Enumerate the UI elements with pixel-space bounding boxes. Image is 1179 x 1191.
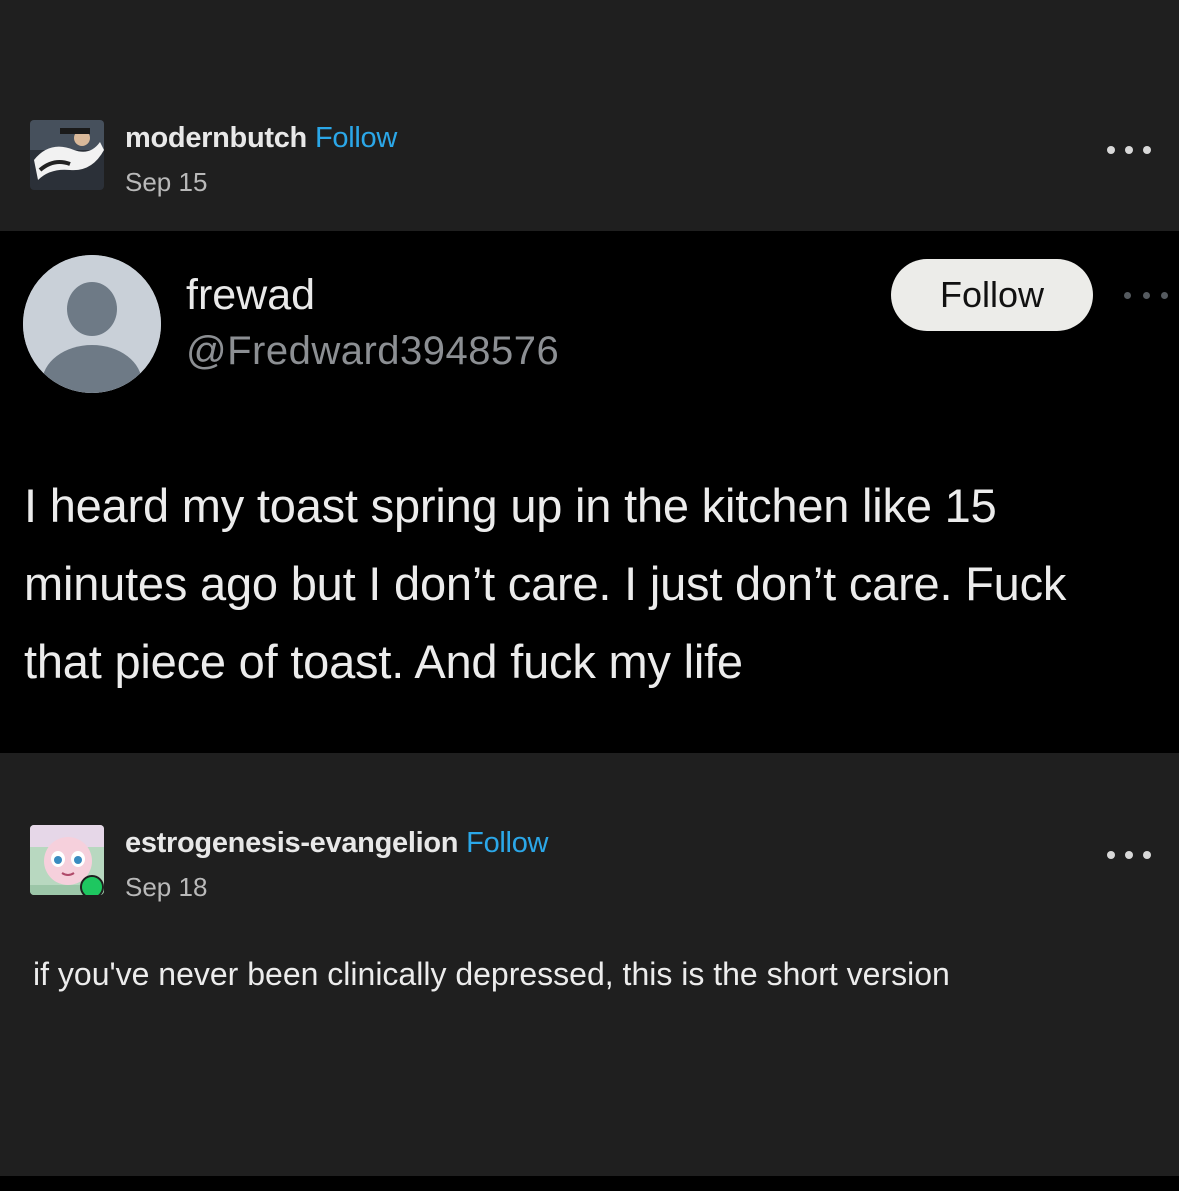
follow-link[interactable]: Follow bbox=[315, 122, 397, 154]
ellipsis-icon bbox=[1107, 851, 1115, 859]
tweet-follow-button: Follow bbox=[891, 259, 1093, 331]
follow-link[interactable]: Follow bbox=[466, 827, 548, 859]
estrogenesis-avatar[interactable] bbox=[30, 825, 104, 895]
post-date[interactable]: Sep 15 bbox=[125, 167, 207, 198]
post-date[interactable]: Sep 18 bbox=[125, 872, 207, 903]
blog-name[interactable]: estrogenesis-evangelion bbox=[125, 827, 458, 859]
more-options-button[interactable] bbox=[1107, 140, 1151, 160]
more-options-button[interactable] bbox=[1107, 845, 1151, 865]
reblog-comment: if you've never been clinically depresse… bbox=[33, 956, 950, 992]
ellipsis-dot bbox=[1125, 146, 1133, 154]
ellipsis-dot bbox=[1142, 291, 1150, 299]
ellipsis-dot bbox=[1124, 291, 1131, 299]
ellipsis-icon bbox=[1107, 146, 1115, 154]
modernbutch-avatar[interactable] bbox=[30, 120, 104, 190]
tweet-ellipsis-icon bbox=[1124, 289, 1168, 301]
ellipsis-dot bbox=[1125, 851, 1133, 859]
default-avatar-icon bbox=[23, 255, 161, 393]
blog-title-line: modernbutch Follow bbox=[125, 122, 397, 155]
blog-title-line: estrogenesis-evangelion Follow bbox=[125, 827, 548, 860]
tweet-handle: @Fredward3948576 bbox=[186, 329, 560, 373]
original-post-header: modernbutch Follow Sep 15 bbox=[0, 100, 1179, 200]
reblog-post-header: estrogenesis-evangelion Follow Sep 18 bbox=[0, 805, 1179, 905]
ellipsis-dot bbox=[1161, 291, 1168, 299]
ellipsis-dot bbox=[1143, 146, 1151, 154]
tweet-text: I heard my toast spring up in the kitche… bbox=[24, 479, 1067, 688]
blog-name[interactable]: modernbutch bbox=[125, 122, 307, 154]
reblog-icon bbox=[80, 875, 104, 895]
ellipsis-dot bbox=[1143, 851, 1151, 859]
tweet-display-name: frewad bbox=[186, 271, 316, 319]
tweet-screenshot: frewad @Fredward3948576 Follow I heard m… bbox=[0, 231, 1179, 753]
bottom-edge bbox=[0, 1176, 1179, 1191]
